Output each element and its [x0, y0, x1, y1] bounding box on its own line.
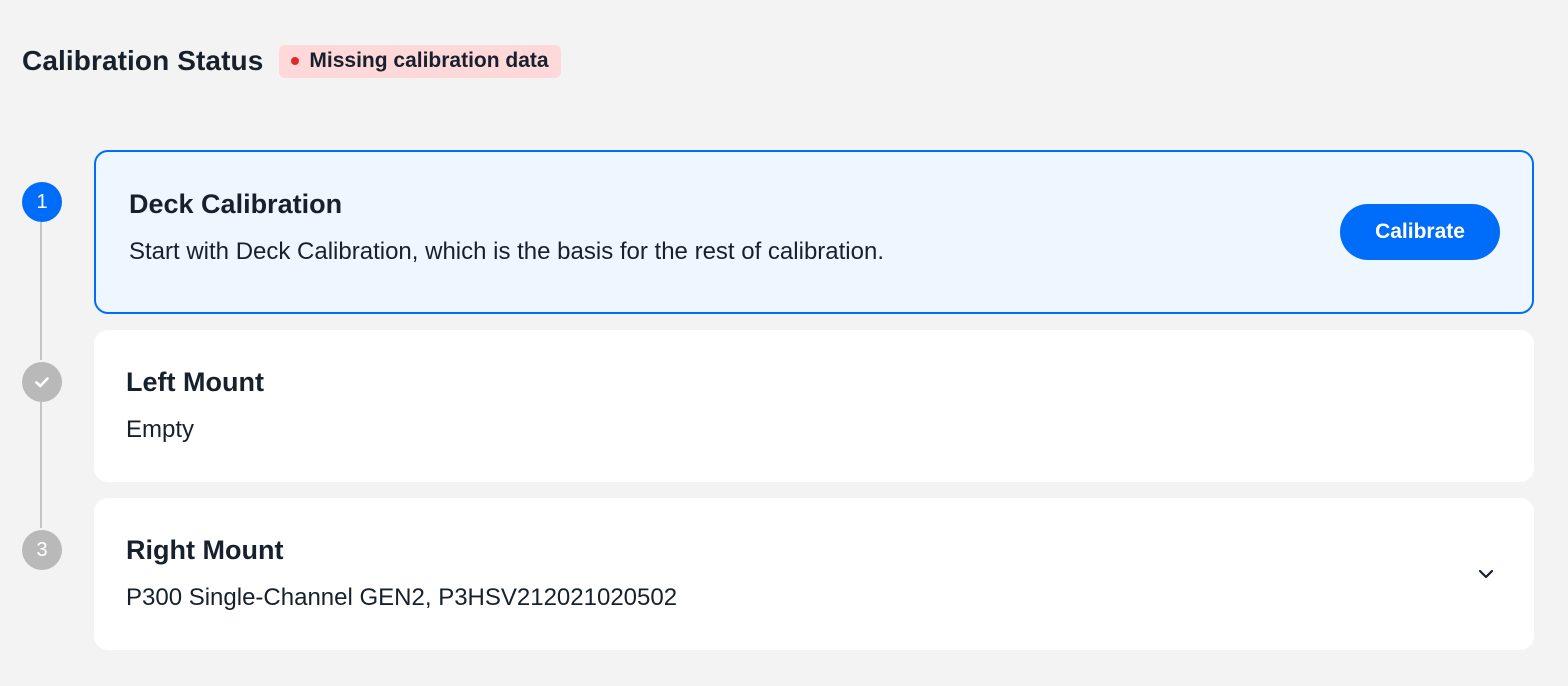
check-icon: [35, 377, 49, 388]
deck-calibration-card: Deck Calibration Start with Deck Calibra…: [94, 150, 1534, 314]
card-description: Empty: [126, 416, 195, 443]
chevron-down-icon: [1478, 569, 1494, 579]
status-badge: Missing calibration data: [279, 44, 561, 78]
card-description: P300 Single-Channel GEN2, P3HSV212021020…: [126, 584, 678, 611]
card-title: Right Mount: [126, 535, 284, 565]
calibration-header: Calibration Status Missing calibration d…: [22, 42, 561, 80]
calibrate-button[interactable]: Calibrate: [1340, 204, 1500, 260]
step-connector: [40, 402, 42, 528]
card-title: Left Mount: [126, 367, 264, 397]
status-dot-icon: [291, 57, 300, 65]
left-mount-card: Left Mount Empty: [94, 330, 1534, 482]
card-title: Deck Calibration: [129, 189, 343, 219]
status-badge-text: Missing calibration data: [309, 49, 549, 72]
step-marker-2: [22, 362, 62, 402]
step-connector: [40, 222, 42, 360]
step-marker-1: 1: [22, 182, 62, 222]
page-title: Calibration Status: [22, 45, 264, 76]
expand-toggle[interactable]: [1474, 562, 1498, 586]
card-description: Start with Deck Calibration, which is th…: [129, 238, 884, 265]
right-mount-card: Right Mount P300 Single-Channel GEN2, P3…: [94, 498, 1534, 650]
step-marker-3: 3: [22, 530, 62, 570]
